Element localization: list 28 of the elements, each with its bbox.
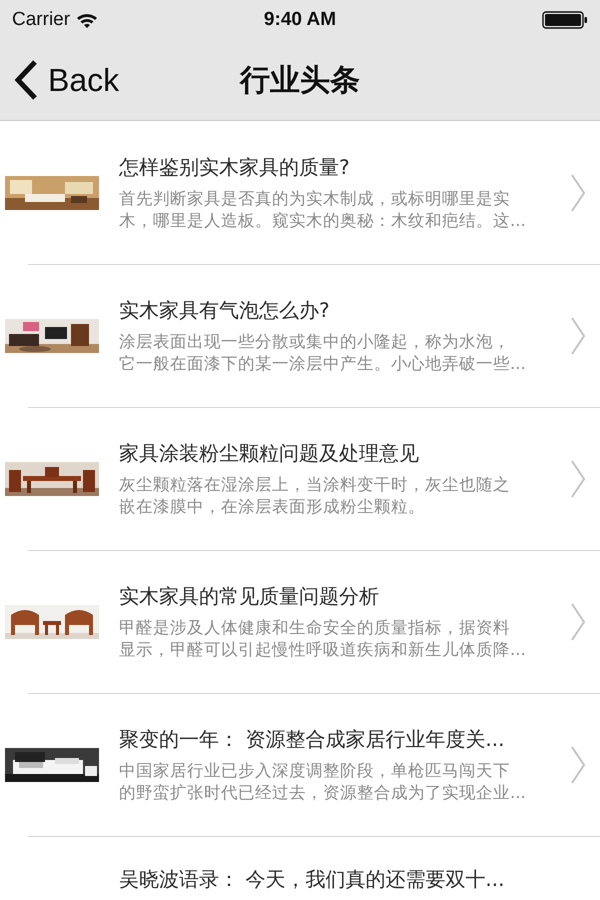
chevron-right-icon — [570, 602, 586, 640]
article-title: 实木家具有气泡怎么办? — [119, 296, 331, 324]
page-title: 行业头条 — [240, 64, 360, 96]
article-row[interactable]: 怎样鉴别实木家具的质量? 首先判断家具是否真的为实木制成，或标明哪里是实 木，哪里是人造板。窥实木的奥秘：木纹和疤结。这... — [0, 121, 600, 264]
article-row[interactable]: 家具涂装粉尘颗粒问题及处理意见 灰尘颗粒落在湿涂层上，当涂料变干时，灰尘也随之 嵌在漆膜中，在涂层表面形成粉尘颗粒。 — [0, 407, 600, 550]
article-summary: 涂层表面出现一些分散或集中的小隆起，称为水泡， 它一般在面漆下的某一涂层中产生。小心地弄破一些... — [119, 330, 527, 374]
battery-icon — [542, 11, 588, 29]
article-title: 聚变的一年： 资源整合成家居行业年度关... — [119, 726, 506, 752]
article-summary: 甲醛是涉及人体健康和生命安全的质量指标，据资料 显示，甲醛可以引起慢性呼吸道疾病和新生儿体质降... — [119, 616, 527, 660]
chevron-right-icon — [570, 174, 586, 212]
clock-time: 9:40 AM — [264, 9, 336, 31]
article-title: 怎样鉴别实木家具的质量? — [119, 154, 351, 180]
article-row[interactable]: 实木家具的常见质量问题分析 甲醛是涉及人体健康和生命安全的质量指标，据资料 显示，甲醛可以引起慢性呼吸道疾病和新生儿体质降... — [0, 550, 600, 693]
article-row[interactable]: 实木家具有气泡怎么办? 涂层表面出现一些分散或集中的小隆起，称为水泡， 它一般在面漆下的某一涂层中产生。小心地弄破一些... — [0, 264, 600, 407]
article-title[interactable]: 吴晓波语录： 今天，我们真的还需要双十... — [119, 866, 586, 893]
article-row[interactable]: 聚变的一年： 资源整合成家居行业年度关... 中国家居行业已步入深度调整阶段，单枪匹马闯天下 的野蛮扩张时代已经过去，资源整合成为了实现企业... — [0, 693, 600, 836]
article-summary: 灰尘颗粒落在湿涂层上，当涂料变干时，灰尘也随之 嵌在漆膜中，在涂层表面形成粉尘颗粒。 — [119, 474, 511, 518]
back-chevron-icon — [14, 60, 38, 100]
carrier-label: Carrier — [12, 9, 70, 31]
article-summary: 首先判断家具是否真的为实木制成，或标明哪里是实 木，哪里是人造板。窥实木的奥秘：木纹和疤结。这... — [119, 188, 527, 232]
wifi-icon — [76, 12, 98, 28]
article-title: 家具涂装粉尘颗粒问题及处理意见 — [119, 440, 420, 466]
back-button[interactable]: Back — [0, 50, 120, 110]
chevron-right-icon — [570, 316, 586, 354]
chevron-right-icon — [570, 460, 586, 498]
chevron-right-icon — [570, 746, 586, 784]
article-summary: 中国家居行业已步入深度调整阶段，单枪匹马闯天下 的野蛮扩张时代已经过去，资源整合成为了实现企业... — [119, 760, 527, 804]
article-title: 实木家具的常见质量问题分析 — [119, 582, 380, 610]
